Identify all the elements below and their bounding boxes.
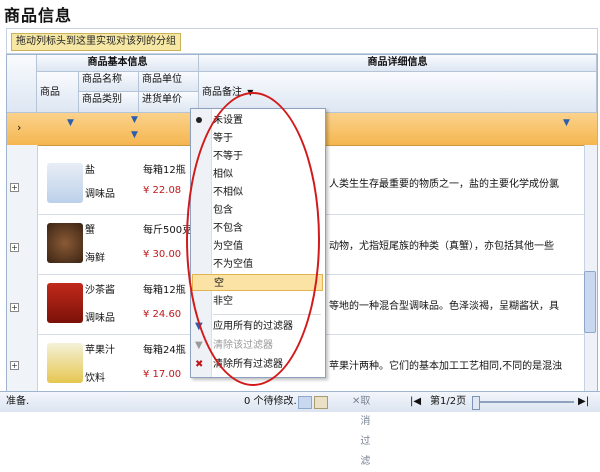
band-detail-info[interactable]: 商品详细信息 xyxy=(199,55,597,72)
menu-item-empty[interactable]: 空 xyxy=(192,274,323,291)
cell-unit: 每箱24瓶 xyxy=(143,345,186,356)
page-title: 商品信息 xyxy=(4,6,73,25)
cell-price: ¥ 30.00 xyxy=(143,249,182,260)
group-by-hint: 拖动列标头到这里实现对该列的分组 xyxy=(11,33,181,51)
cell-name: 沙茶酱 xyxy=(85,285,115,296)
product-image xyxy=(47,223,83,263)
cell-unit: 每箱12瓶 xyxy=(143,285,186,296)
filter-apply-icon: ▼ xyxy=(195,321,203,332)
product-image xyxy=(47,283,83,323)
expand-row-button[interactable]: + xyxy=(10,303,19,312)
cell-remark: 苹果汁两种。它们的基本加工工艺相同,不同的是混浊 xyxy=(329,361,563,372)
cell-price: ¥ 24.60 xyxy=(143,309,182,320)
menu-item-not-equals[interactable]: 不等于 xyxy=(213,148,321,165)
menu-item-like[interactable]: 相似 xyxy=(213,166,321,183)
menu-item-label: 清除该过滤器 xyxy=(213,340,273,351)
expand-row-button[interactable]: + xyxy=(10,361,19,370)
save-changes-icon[interactable] xyxy=(298,396,312,409)
column-header-product[interactable]: 商品 xyxy=(37,72,79,113)
menu-separator xyxy=(213,314,321,315)
menu-item-label: 应用所有的过滤器 xyxy=(213,321,293,332)
row-indicator-header xyxy=(7,55,37,113)
filter-row-indicator-icon: › xyxy=(17,121,22,134)
cell-category: 调味品 xyxy=(85,313,115,324)
cell-unit: 每箱12瓶 xyxy=(143,165,186,176)
status-pending-changes: 0 个待修改. xyxy=(244,396,297,407)
product-image xyxy=(47,343,83,383)
cell-name: 蟹 xyxy=(85,225,95,236)
menu-item-not-like[interactable]: 不相似 xyxy=(213,184,321,201)
cell-remark: 动物，尤指短尾族的种类（真蟹），亦包括其他一些 xyxy=(329,241,554,252)
menu-item-label: 清除所有过滤器 xyxy=(213,359,283,370)
expand-row-button[interactable]: + xyxy=(10,183,19,192)
selected-bullet-icon xyxy=(196,117,202,123)
filter-product-icon[interactable]: ▼ xyxy=(67,118,74,128)
menu-item-contains[interactable]: 包含 xyxy=(213,202,321,219)
cell-remark: 等地的一种混合型调味品。色泽淡褐，呈糊酱状，具 xyxy=(329,301,559,312)
menu-item-label: 未设置 xyxy=(213,115,243,126)
column-header-unit[interactable]: 商品单位 xyxy=(139,72,199,92)
status-ready: 准备. xyxy=(6,396,30,407)
filter-dropdown-menu: 未设置 等于 不等于 相似 不相似 包含 不包含 为空值 不为空值 空 非空 ▼… xyxy=(190,108,326,378)
filter-remark-icon[interactable]: ▼ xyxy=(563,118,570,128)
cell-category: 海鲜 xyxy=(85,253,105,264)
column-header-category[interactable]: 商品类别 xyxy=(79,92,139,113)
cell-name: 苹果汁 xyxy=(85,345,115,356)
menu-item-not-empty[interactable]: 非空 xyxy=(213,293,321,310)
undo-changes-icon[interactable] xyxy=(314,396,328,409)
filter-category-icon[interactable]: ▼ xyxy=(131,130,138,140)
cancel-filter-button[interactable]: ✕ 取消过滤 xyxy=(352,392,370,467)
vertical-scrollbar[interactable] xyxy=(584,145,597,392)
cell-name: 盐 xyxy=(85,165,95,176)
chevron-down-icon[interactable]: ▼ xyxy=(247,88,253,97)
cell-remark: 人类生生存最重要的物质之一，盐的主要化学成份氯 xyxy=(329,179,559,190)
page-slider-track[interactable] xyxy=(474,401,574,403)
group-by-panel[interactable]: 拖动列标头到这里实现对该列的分组 xyxy=(6,28,598,54)
product-image xyxy=(47,163,83,203)
menu-item-apply-all[interactable]: ▼ 应用所有的过滤器 xyxy=(195,318,321,335)
menu-item-clear-this: ▼ 清除该过滤器 xyxy=(195,337,321,354)
expand-row-button[interactable]: + xyxy=(10,243,19,252)
column-header-remark-label: 商品备注 xyxy=(202,87,242,98)
scrollbar-thumb[interactable] xyxy=(584,271,596,333)
cell-price: ¥ 22.08 xyxy=(143,185,182,196)
last-page-icon[interactable]: ▶| xyxy=(578,392,589,412)
menu-item-is-null[interactable]: 为空值 xyxy=(213,238,321,255)
menu-item-not-contains[interactable]: 不包含 xyxy=(213,220,321,237)
cell-category: 调味品 xyxy=(85,189,115,200)
status-bar: 准备. 0 个待修改. ✕ 取消过滤 |◀ 第1/2页 ▶| xyxy=(0,391,600,467)
first-page-icon[interactable]: |◀ xyxy=(410,392,421,412)
column-header-name[interactable]: 商品名称 xyxy=(79,72,139,92)
filter-clear-all-icon: ✖ xyxy=(195,359,204,370)
menu-item-is-not-null[interactable]: 不为空值 xyxy=(213,256,321,273)
filter-name-icon[interactable]: ▼ xyxy=(131,115,138,125)
page-slider-thumb[interactable] xyxy=(472,396,480,410)
cell-unit: 每斤500克 xyxy=(143,225,193,236)
column-header-remark[interactable]: 商品备注 ▼ xyxy=(199,72,597,113)
band-basic-info[interactable]: 商品基本信息 xyxy=(37,55,199,72)
menu-item-not-set[interactable]: 未设置 xyxy=(196,112,321,129)
cell-category: 饮料 xyxy=(85,373,105,384)
page-indicator: 第1/2页 xyxy=(430,396,467,407)
menu-item-equals[interactable]: 等于 xyxy=(213,130,321,147)
cell-price: ¥ 17.00 xyxy=(143,369,182,380)
cancel-filter-label: 取消过滤 xyxy=(360,396,371,467)
filter-clear-icon: ▼ xyxy=(195,340,203,351)
menu-item-clear-all[interactable]: ✖ 清除所有过滤器 xyxy=(195,356,321,373)
